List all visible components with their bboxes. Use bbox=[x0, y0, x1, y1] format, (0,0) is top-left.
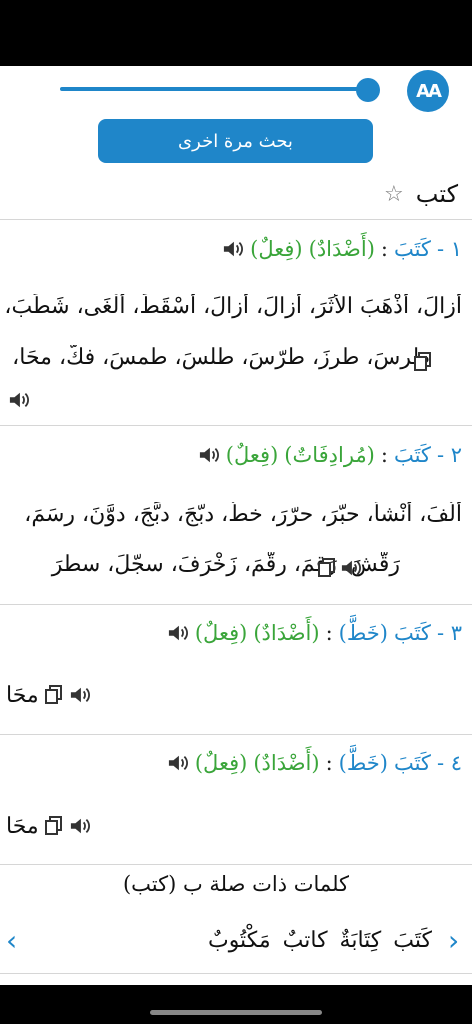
speaker-icon[interactable] bbox=[69, 816, 91, 836]
star-icon[interactable]: ☆ bbox=[384, 182, 404, 207]
entry-word: كَتَبَ bbox=[393, 621, 431, 645]
speaker-icon[interactable] bbox=[8, 390, 30, 410]
search-again-button[interactable]: بحث مرة اخرى bbox=[98, 119, 373, 163]
related-words-title: كلمات ذات صلة ب (كتب) bbox=[122, 872, 350, 896]
result-word: محَا bbox=[6, 682, 39, 708]
chevron-left-icon[interactable]: ‹ bbox=[6, 924, 17, 957]
chevron-right-icon[interactable]: › bbox=[448, 924, 459, 957]
divider bbox=[0, 219, 472, 220]
divider bbox=[0, 973, 472, 974]
entry-relation: (أَضْدَادٌ) bbox=[253, 751, 320, 775]
entry-number: ٤ - bbox=[436, 751, 462, 775]
divider bbox=[0, 734, 472, 735]
related-words-row: كَتَبَ كِتَابَةٌ كاتبٌ مَكْتُوبٌ bbox=[208, 922, 432, 958]
divider bbox=[0, 604, 472, 605]
entry-number: ٢ - bbox=[436, 443, 462, 467]
entry-number: ١ - bbox=[436, 237, 462, 261]
font-size-slider-track[interactable] bbox=[60, 87, 366, 91]
copy-icon[interactable] bbox=[44, 685, 63, 705]
entry-pos: (فِعلٌ) bbox=[194, 621, 248, 645]
entry-relation: (أَضْدَادٌ) bbox=[253, 621, 320, 645]
entry-pos: (فِعلٌ) bbox=[225, 443, 279, 467]
entry-qualifier: (خَطَّ) bbox=[338, 621, 388, 645]
speaker-icon[interactable] bbox=[198, 445, 220, 465]
entry-word: كَتَبَ bbox=[393, 751, 431, 775]
entry-header-4: ٤ - كَتَبَ (خَطَّ) : (أَضْدَادٌ) (فِعلٌ) bbox=[167, 746, 462, 780]
entry-word: كَتَبَ bbox=[393, 443, 431, 467]
query-word: كتب bbox=[415, 180, 458, 208]
entry-header-3: ٣ - كَتَبَ (خَطَّ) : (أَضْدَادٌ) (فِعلٌ) bbox=[167, 616, 462, 650]
entry-relation: (أَضْدَادٌ) bbox=[308, 237, 375, 261]
divider bbox=[0, 864, 472, 865]
speaker-icon[interactable] bbox=[222, 239, 244, 259]
entry-4-result: محَا bbox=[6, 811, 91, 841]
query-row: كتب ☆ bbox=[384, 176, 458, 212]
entry-number: ٣ - bbox=[436, 621, 462, 645]
entry-word: كَتَبَ bbox=[393, 237, 431, 261]
status-bar bbox=[0, 0, 472, 66]
related-word[interactable]: كِتَابَةٌ bbox=[340, 928, 382, 953]
entry-1-line-2: طرسَ، طرزَ، طرّسَ، طلسَ، طمسَ، فكّ، محَا… bbox=[6, 345, 430, 370]
related-word[interactable]: كَتَبَ bbox=[393, 928, 432, 953]
entry-1-line-1: أزالَ، أَذْهَبَ الأَثَرَ، أَزالَ، أَزالَ… bbox=[6, 294, 462, 319]
font-size-slider-thumb[interactable] bbox=[356, 78, 380, 102]
related-word[interactable]: كاتبٌ bbox=[283, 928, 328, 953]
home-indicator[interactable] bbox=[150, 1010, 322, 1015]
speaker-icon[interactable] bbox=[340, 558, 362, 578]
copy-icon[interactable] bbox=[414, 352, 432, 372]
bottom-bar bbox=[0, 985, 472, 1024]
related-word[interactable]: مَكْتُوبٌ bbox=[208, 928, 271, 953]
entry-2-line-1: أَلَّفَ، أَنْشأَ، حبّرَ، حرّرَ، خطَّ، دب… bbox=[24, 502, 462, 527]
entry-3-result: محَا bbox=[6, 680, 91, 710]
copy-icon[interactable] bbox=[318, 558, 336, 578]
entry-header-2: ٢ - كَتَبَ : (مُرادِفَاتٌ) (فِعلٌ) bbox=[198, 438, 462, 472]
result-word: محَا bbox=[6, 813, 39, 839]
speaker-icon[interactable] bbox=[167, 623, 189, 643]
copy-icon[interactable] bbox=[44, 816, 63, 836]
entry-relation: (مُرادِفَاتٌ) bbox=[284, 443, 375, 467]
speaker-icon[interactable] bbox=[167, 753, 189, 773]
entry-qualifier: (خَطَّ) bbox=[338, 751, 388, 775]
font-size-button[interactable]: AA bbox=[407, 70, 449, 112]
divider bbox=[0, 425, 472, 426]
entry-header-1: ١ - كَتَبَ : (أَضْدَادٌ) (فِعلٌ) bbox=[222, 232, 462, 266]
entry-pos: (فِعلٌ) bbox=[250, 237, 303, 261]
entry-pos: (فِعلٌ) bbox=[194, 751, 248, 775]
speaker-icon[interactable] bbox=[69, 685, 91, 705]
